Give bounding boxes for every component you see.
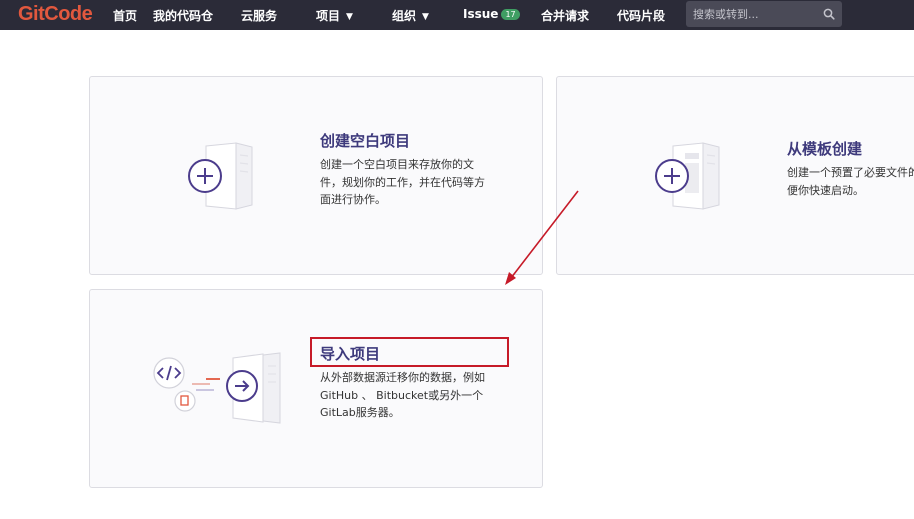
card-title-blank: 创建空白项目 — [320, 132, 411, 150]
create-from-template-card[interactable]: 从模板创建 创建一个预置了必要文件的项目， 便你快速启动。 — [556, 76, 914, 275]
import-project-card[interactable]: 导入项目 从外部数据源迁移你的数据，例如 GitHub 、 Bitbucket或… — [89, 289, 543, 488]
code-icon — [153, 357, 185, 389]
template-document-icon — [655, 142, 720, 210]
issue-count-badge: 17 — [501, 9, 520, 20]
import-illustration — [153, 352, 281, 424]
document-small-icon — [174, 390, 196, 412]
annotation-highlight-box — [310, 337, 509, 367]
nav-projects-dropdown[interactable]: 项目 ▼ — [316, 7, 353, 24]
card-desc-template: 创建一个预置了必要文件的项目， 便你快速启动。 — [787, 166, 914, 197]
card-desc-blank: 创建一个空白项目来存放你的文 件，规划你的工作，并在代码等方 面进行协作。 — [320, 158, 485, 206]
nav-my-repos[interactable]: 我的代码仓 — [153, 7, 213, 24]
nav-orgs-dropdown[interactable]: 组织 ▼ — [392, 7, 429, 24]
top-navbar: GitCode 首页 我的代码仓 云服务 项目 ▼ 组织 ▼ Issue 17 合并请… — [0, 0, 914, 30]
nav-home[interactable]: 首页 — [113, 7, 137, 24]
nav-orgs-label: 组织 — [392, 9, 417, 23]
card-desc-import: 从外部数据源迁移你的数据，例如 GitHub 、 Bitbucket或另外一个 … — [320, 371, 485, 419]
nav-projects-label: 项目 — [316, 9, 341, 23]
nav-merge-requests[interactable]: 合并请求 — [541, 7, 589, 24]
nav-issues[interactable]: Issue 17 — [463, 7, 520, 21]
gitcode-logo[interactable]: GitCode — [18, 3, 93, 26]
arrow-right-icon — [226, 370, 258, 402]
nav-cloud-services[interactable]: 云服务 — [241, 7, 277, 24]
search-input[interactable] — [693, 6, 813, 22]
create-blank-project-card[interactable]: 创建空白项目 创建一个空白项目来存放你的文 件，规划你的工作，并在代码等方 面进… — [89, 76, 543, 275]
search-box[interactable] — [686, 1, 842, 27]
chevron-down-icon: ▼ — [422, 12, 429, 22]
plus-document-icon — [188, 142, 253, 210]
nav-snippets[interactable]: 代码片段 — [617, 7, 665, 24]
chevron-down-icon: ▼ — [346, 12, 353, 22]
nav-issues-label: Issue — [463, 7, 499, 21]
search-icon[interactable] — [823, 8, 835, 20]
card-title-template: 从模板创建 — [787, 140, 863, 158]
